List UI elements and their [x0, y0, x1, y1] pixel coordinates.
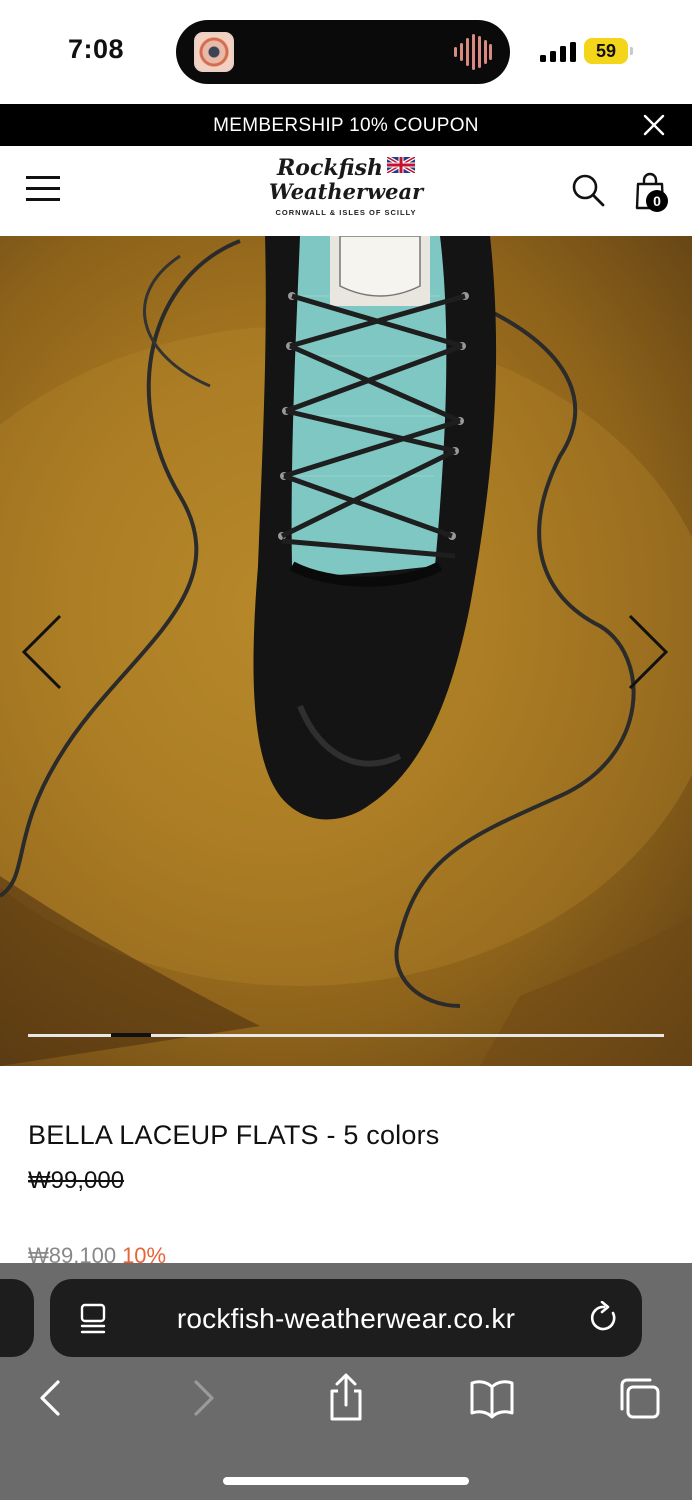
promo-text: MEMBERSHIP 10% COUPON: [213, 115, 479, 136]
back-icon[interactable]: [28, 1373, 76, 1423]
home-indicator[interactable]: [223, 1477, 469, 1485]
battery-icon: 59: [584, 38, 633, 64]
gallery-progress-track: [28, 1033, 664, 1037]
album-art-icon: [194, 32, 234, 72]
gallery-progress-indicator: [111, 1033, 151, 1037]
status-time: 7:08: [68, 34, 125, 64]
share-icon[interactable]: [322, 1373, 370, 1423]
reload-icon[interactable]: [588, 1301, 620, 1335]
shopping-bag-button[interactable]: 0: [632, 170, 672, 214]
url-text: rockfish-weatherwear.co.kr: [176, 1303, 516, 1334]
uk-flag-icon: [386, 157, 415, 173]
dynamic-island[interactable]: [176, 20, 510, 84]
product-image-gallery[interactable]: [0, 236, 692, 1066]
status-bar: 7:08 59: [0, 0, 692, 104]
tabs-icon[interactable]: [616, 1373, 664, 1423]
previous-tab-stub[interactable]: [0, 1279, 34, 1357]
logo-line1: Rockfish: [277, 155, 383, 181]
logo-line2: Weatherwear: [268, 179, 424, 204]
product-title: BELLA LACEUP FLATS - 5 colors: [28, 1120, 440, 1150]
original-price: ₩99,000: [28, 1167, 125, 1194]
hamburger-menu-icon[interactable]: [26, 174, 62, 204]
bookmarks-icon[interactable]: [468, 1373, 516, 1423]
close-icon[interactable]: [642, 113, 666, 137]
promo-banner[interactable]: MEMBERSHIP 10% COUPON: [0, 104, 692, 146]
product-photo: [0, 236, 692, 1066]
site-header: Rockfish Weatherwear CORNWALL & ISLES OF…: [0, 146, 692, 236]
address-bar[interactable]: rockfish-weatherwear.co.kr: [50, 1279, 642, 1357]
brand-logo[interactable]: Rockfish Weatherwear CORNWALL & ISLES OF…: [258, 156, 434, 226]
browser-toolbar: rockfish-weatherwear.co.kr: [0, 1263, 692, 1500]
cart-count-badge: 0: [646, 190, 668, 212]
cellular-signal-icon: [540, 42, 576, 62]
search-icon[interactable]: [570, 172, 606, 208]
chevron-left-icon[interactable]: [18, 612, 64, 692]
chevron-right-icon[interactable]: [626, 612, 672, 692]
logo-tagline: CORNWALL & ISLES OF SCILLY: [275, 208, 417, 217]
audio-wave-icon: [454, 34, 492, 70]
forward-icon[interactable]: [178, 1373, 226, 1423]
